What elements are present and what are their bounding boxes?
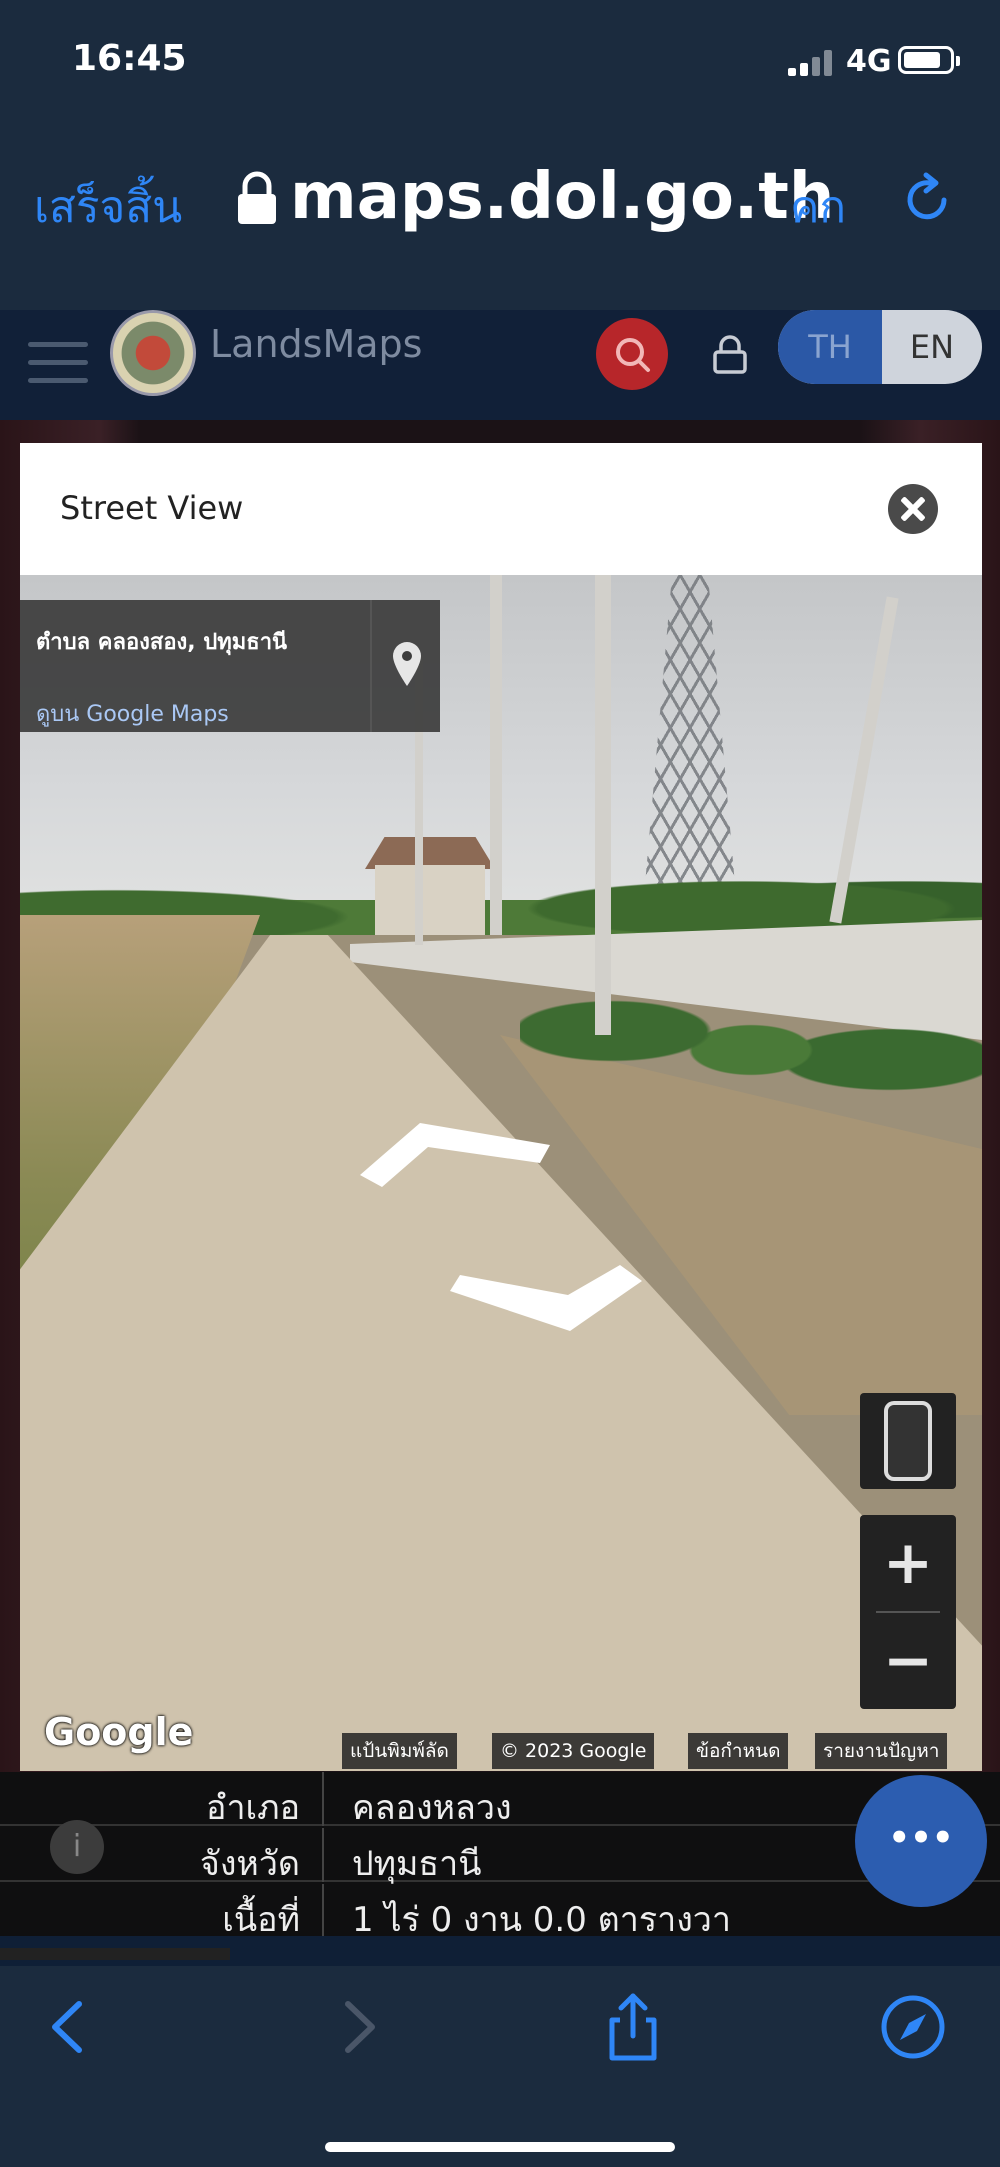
column-divider bbox=[322, 1828, 324, 1882]
more-options-button[interactable]: ••• bbox=[855, 1775, 987, 1907]
search-button[interactable] bbox=[596, 318, 668, 390]
location-pin-button[interactable] bbox=[370, 600, 440, 732]
url-field[interactable]: maps.dol.go.th bbox=[290, 160, 834, 234]
signal-icon bbox=[788, 50, 836, 76]
copyright-text: © 2023 Google bbox=[492, 1733, 655, 1769]
status-bar: 16:45 4G bbox=[0, 0, 1000, 120]
house bbox=[375, 865, 485, 935]
roadside-bushes bbox=[520, 955, 982, 1145]
info-icon[interactable]: i bbox=[50, 1820, 104, 1874]
street-view-modal: Street View ตำบล คลองสอง, ปทุมธานี ดูบน … bbox=[20, 443, 982, 1771]
keyboard-shortcuts-link[interactable]: แป้นพิมพ์ลัด bbox=[342, 1733, 457, 1769]
terms-link[interactable]: ข้อกำหนด bbox=[688, 1733, 789, 1769]
progress-strip bbox=[0, 1948, 230, 1960]
utility-pole bbox=[595, 575, 611, 1035]
info-value: คลองหลวง bbox=[352, 1788, 512, 1828]
table-row: จังหวัด ปทุมธานี bbox=[0, 1828, 1000, 1884]
location-card: ตำบล คลองสอง, ปทุมธานี ดูบน Google Maps bbox=[20, 600, 440, 732]
utility-pole bbox=[490, 575, 502, 935]
browser-toolbar bbox=[0, 1966, 1000, 2167]
text-size-button[interactable]: คก bbox=[790, 172, 846, 242]
device-orientation-button[interactable] bbox=[860, 1393, 956, 1489]
lock-icon bbox=[238, 171, 276, 224]
zoom-control: + − bbox=[860, 1515, 956, 1709]
info-value: ปทุมธานี bbox=[352, 1844, 482, 1884]
app-logo bbox=[110, 310, 196, 396]
info-label: อำเภอ bbox=[206, 1788, 300, 1828]
bottom-strip bbox=[0, 1936, 1000, 1966]
column-divider bbox=[322, 1772, 324, 1826]
modal-title: Street View bbox=[60, 489, 244, 527]
column-divider bbox=[322, 1884, 324, 1938]
reload-icon[interactable] bbox=[900, 172, 954, 226]
modal-header: Street View bbox=[20, 443, 982, 575]
view-on-google-maps-link[interactable]: ดูบน Google Maps bbox=[36, 696, 229, 731]
move-forward-arrow[interactable] bbox=[360, 1115, 560, 1195]
zoom-out-button[interactable]: − bbox=[860, 1613, 956, 1709]
street-view-panorama[interactable]: ตำบล คลองสอง, ปทุมธานี ดูบน Google Maps … bbox=[20, 575, 982, 1771]
network-type: 4G bbox=[846, 44, 892, 79]
done-button[interactable]: เสร็จสิ้น bbox=[34, 172, 182, 242]
parcel-info-table: อำเภอ คลองหลวง จังหวัด ปทุมธานี เนื้อที่… bbox=[0, 1772, 1000, 1940]
back-icon[interactable] bbox=[35, 1992, 105, 2062]
google-logo: Google bbox=[44, 1710, 194, 1754]
compass-icon[interactable] bbox=[878, 1992, 948, 2062]
table-row: อำเภอ คลองหลวง bbox=[0, 1772, 1000, 1828]
location-name: ตำบล คลองสอง, ปทุมธานี bbox=[36, 630, 288, 655]
zoom-in-button[interactable]: + bbox=[860, 1515, 956, 1611]
forward-icon[interactable] bbox=[322, 1992, 392, 2062]
share-icon[interactable] bbox=[598, 1992, 668, 2062]
app-name: LandsMaps bbox=[210, 322, 423, 366]
search-icon bbox=[616, 338, 650, 372]
map-pin-icon bbox=[393, 642, 421, 686]
close-icon[interactable] bbox=[888, 484, 938, 534]
lang-en-option[interactable]: EN bbox=[882, 310, 982, 384]
home-indicator[interactable] bbox=[325, 2142, 675, 2152]
login-lock-icon[interactable] bbox=[712, 334, 748, 374]
table-row: เนื้อที่ 1 ไร่ 0 งาน 0.0 ตารางวา bbox=[0, 1884, 1000, 1940]
clock: 16:45 bbox=[72, 38, 187, 79]
app-header: LandsMaps TH EN bbox=[0, 310, 1000, 420]
battery-icon bbox=[898, 46, 960, 74]
language-toggle[interactable]: TH EN bbox=[778, 310, 982, 384]
phone-icon bbox=[884, 1401, 932, 1481]
info-label: จังหวัด bbox=[199, 1844, 300, 1884]
move-backward-arrow[interactable] bbox=[450, 1265, 650, 1345]
browser-address-bar: เสร็จสิ้น maps.dol.go.th คก bbox=[0, 120, 1000, 310]
lang-th-option[interactable]: TH bbox=[778, 310, 882, 384]
menu-icon[interactable] bbox=[28, 328, 88, 384]
report-problem-link[interactable]: รายงานปัญหา bbox=[815, 1733, 948, 1769]
